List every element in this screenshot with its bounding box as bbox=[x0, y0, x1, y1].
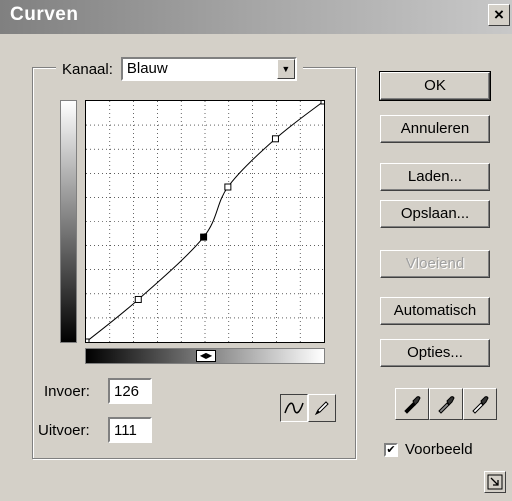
preview-label[interactable]: Voorbeeld bbox=[405, 441, 473, 458]
auto-button[interactable]: Automatisch bbox=[380, 297, 490, 325]
window-title: Curven bbox=[10, 4, 79, 25]
curve-point[interactable] bbox=[224, 183, 232, 191]
expand-icon bbox=[487, 474, 503, 490]
save-button[interactable]: Opslaan... bbox=[380, 200, 490, 228]
mode-buttons bbox=[280, 394, 336, 422]
gradient-toggle-icon[interactable]: ◀▶ bbox=[196, 350, 216, 362]
black-eyedropper-icon bbox=[404, 396, 421, 414]
input-gradient-bar[interactable]: ◀▶ bbox=[85, 348, 325, 364]
channel-label: Kanaal: bbox=[62, 60, 113, 78]
curve-svg[interactable] bbox=[82, 97, 328, 346]
curve-point[interactable] bbox=[320, 97, 328, 105]
white-eyedropper-button[interactable] bbox=[463, 388, 497, 420]
white-eyedropper-icon bbox=[472, 396, 489, 414]
channel-row: Kanaal: Blauw ▼ bbox=[56, 56, 303, 82]
curve-graph[interactable] bbox=[82, 97, 328, 346]
load-button[interactable]: Laden... bbox=[380, 163, 490, 191]
curve-point[interactable] bbox=[134, 295, 142, 303]
gray-eyedropper-button[interactable] bbox=[429, 388, 463, 420]
channel-value: Blauw bbox=[126, 60, 168, 77]
curve-point[interactable] bbox=[200, 233, 208, 241]
ok-button[interactable]: OK bbox=[379, 71, 491, 101]
curve-tool-icon bbox=[284, 402, 304, 414]
curve-point[interactable] bbox=[82, 338, 90, 346]
close-button[interactable]: × bbox=[488, 4, 510, 26]
input-field[interactable]: 126 bbox=[108, 378, 152, 404]
smooth-button[interactable]: Vloeiend bbox=[380, 250, 490, 278]
output-field[interactable]: 111 bbox=[108, 417, 152, 443]
curve-point[interactable] bbox=[271, 135, 279, 143]
curve-tool-button[interactable] bbox=[280, 394, 308, 422]
black-eyedropper-button[interactable] bbox=[395, 388, 429, 420]
preview-row: ✔ Voorbeeld bbox=[384, 441, 473, 458]
output-label: Uitvoer: bbox=[38, 422, 90, 439]
cancel-button[interactable]: Annuleren bbox=[380, 115, 490, 143]
options-button[interactable]: Opties... bbox=[380, 339, 490, 367]
title-bar: Curven × bbox=[0, 0, 512, 34]
preview-checkbox[interactable]: ✔ bbox=[384, 442, 398, 457]
gray-eyedropper-icon bbox=[438, 396, 455, 414]
chevron-down-icon[interactable]: ▼ bbox=[276, 59, 295, 79]
input-label: Invoer: bbox=[44, 383, 90, 400]
output-gradient-bar bbox=[60, 100, 77, 343]
expand-button[interactable] bbox=[484, 471, 506, 493]
pencil-tool-icon bbox=[314, 401, 329, 416]
pencil-tool-button[interactable] bbox=[308, 394, 336, 422]
eyedropper-group bbox=[395, 388, 497, 420]
channel-select[interactable]: Blauw ▼ bbox=[120, 57, 297, 81]
